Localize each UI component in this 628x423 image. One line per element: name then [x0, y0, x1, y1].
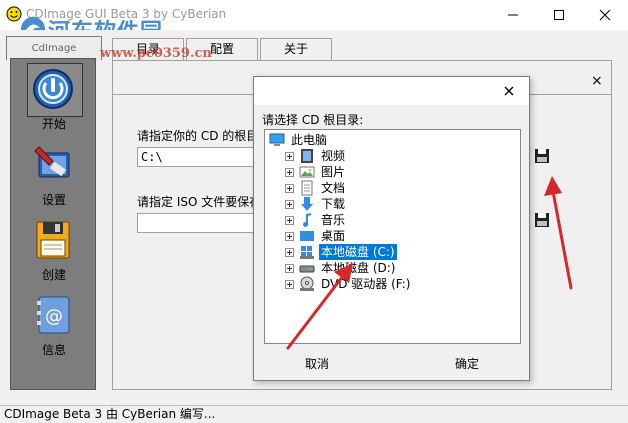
floppy-disk-icon: [36, 221, 70, 259]
tab-cdimage[interactable]: CdImage: [6, 36, 102, 60]
cd-root-label: 请指定你的 CD 的根目: [137, 129, 259, 143]
expand-toggle[interactable]: [285, 168, 294, 177]
download-arrow-icon: [301, 197, 313, 211]
tree-node-label: DVD 驱动器 (F:): [321, 277, 411, 291]
tree-node-label: 视频: [321, 149, 346, 163]
expand-toggle[interactable]: [285, 264, 294, 273]
sidebar-item-info[interactable]: @ 信息: [11, 289, 97, 363]
desktop-icon: [300, 231, 314, 241]
sidebar: 开始 设置 创建 @ 信息: [10, 58, 96, 390]
sidebar-item-create[interactable]: 创建: [11, 214, 97, 288]
iso-path-input[interactable]: [137, 213, 267, 233]
tab-cdimage-label: CdImage: [31, 43, 77, 54]
tab-about[interactable]: 关于: [260, 38, 332, 60]
tree-node-label: 本地磁盘 (D:): [321, 261, 396, 275]
folder-tree[interactable]: 此电脑 视频 图片 文档 下载 音乐 桌面 本地磁盘 (C:) 本地磁盘 (D:…: [264, 129, 521, 344]
tree-node-label: 文档: [321, 181, 346, 195]
sidebar-item-create-label: 创建: [41, 268, 66, 282]
expand-toggle[interactable]: [285, 232, 294, 241]
minimize-button[interactable]: [490, 0, 536, 30]
panel-close-button[interactable]: ×: [591, 73, 603, 89]
browse-cd-save-icon[interactable]: [533, 147, 551, 165]
sidebar-item-start[interactable]: 开始: [11, 63, 97, 137]
windows-drive-icon: [300, 246, 314, 259]
computer-icon: [269, 133, 285, 146]
settings-tools-icon: [34, 146, 70, 178]
watermark-url: www.pc0359.cn: [100, 46, 212, 61]
tree-node-label: 桌面: [321, 229, 346, 243]
browse-iso-save-icon[interactable]: [533, 211, 551, 229]
expand-toggle[interactable]: [285, 216, 294, 225]
maximize-icon: [554, 10, 564, 20]
cd-root-input[interactable]: C:\: [137, 147, 267, 167]
tree-node-label: 下载: [321, 197, 346, 211]
sidebar-item-info-label: 信息: [41, 343, 66, 357]
tree-node-label: 此电脑: [291, 133, 328, 147]
close-icon: [599, 9, 611, 21]
cancel-button[interactable]: 取消: [292, 355, 342, 372]
dialog-close-icon[interactable]: [501, 83, 517, 99]
dialog-prompt: 请选择 CD 根目录:: [262, 113, 364, 127]
power-icon: [33, 69, 73, 109]
browse-folder-dialog: 请选择 CD 根目录: 此电脑 视频 图片 文档 下载 音乐 桌面 本地磁盘 (…: [253, 76, 530, 381]
svg-text:@: @: [45, 306, 63, 327]
minimize-icon: [508, 14, 518, 16]
music-note-icon: [303, 213, 311, 227]
documents-folder-icon: [301, 180, 313, 196]
video-folder-icon: [301, 149, 313, 163]
pictures-folder-icon: [299, 166, 315, 178]
sidebar-item-settings-label: 设置: [41, 193, 66, 207]
expand-toggle[interactable]: [285, 184, 294, 193]
hard-drive-icon: [299, 265, 315, 273]
sidebar-item-settings[interactable]: 设置: [11, 139, 97, 213]
tree-node-label: 音乐: [321, 213, 346, 227]
title-bar: CDImage GUI Beta 3 by CyBerian 河东软件园: [0, 0, 628, 45]
ok-button[interactable]: 确定: [442, 355, 492, 372]
maximize-button[interactable]: [536, 0, 582, 30]
tree-node-label: 本地磁盘 (C:): [318, 243, 398, 261]
dvd-drive-icon: [300, 276, 314, 291]
expand-toggle[interactable]: [285, 280, 294, 289]
sidebar-item-start-label: 开始: [41, 117, 66, 131]
dialog-title-bar: [254, 77, 529, 105]
close-window-button[interactable]: [582, 0, 628, 30]
expand-toggle[interactable]: [285, 200, 294, 209]
expand-toggle[interactable]: [285, 248, 294, 257]
expand-toggle[interactable]: [285, 152, 294, 161]
status-bar: CDImage Beta 3 由 CyBerian 编写...: [0, 405, 628, 423]
tree-node-label: 图片: [321, 165, 346, 179]
iso-path-label: 请指定 ISO 文件要保存: [137, 195, 262, 209]
address-book-icon: @: [37, 296, 70, 334]
